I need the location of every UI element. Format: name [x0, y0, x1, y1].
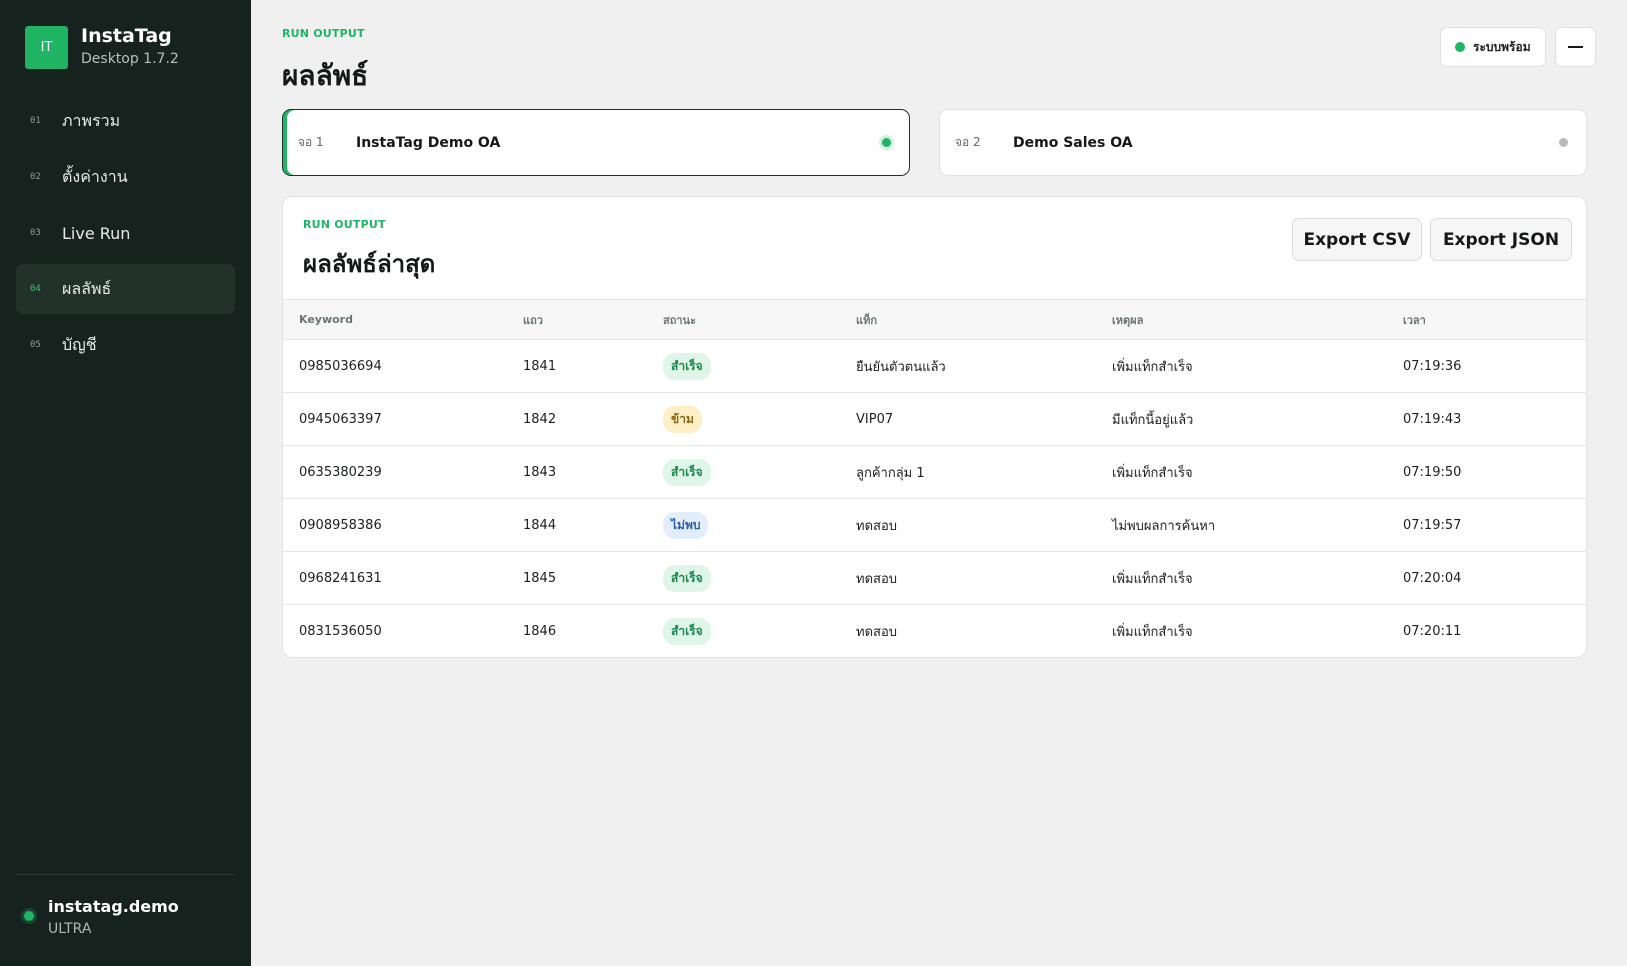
minimize-icon	[1568, 46, 1583, 48]
column-header-tag[interactable]: แท็ก	[856, 311, 1112, 329]
nav-label: ตั้งค่างาน	[62, 166, 128, 186]
user-name: instatag.demo	[48, 897, 179, 916]
sidebar-item-account[interactable]: 05 บัญชี	[16, 320, 235, 370]
screen-name: Demo Sales OA	[1013, 134, 1133, 151]
nav-number: 05	[30, 340, 41, 350]
status-badge: ข้าม	[663, 405, 702, 433]
nav-number: 01	[30, 116, 41, 126]
table-header: Keyword แถว สถานะ แท็ก เหตุผล เวลา	[283, 299, 1586, 340]
cell-reason: ไม่พบผลการค้นหา	[1112, 518, 1216, 534]
cell-time: 07:19:50	[1403, 464, 1462, 480]
nav-label: ภาพรวม	[62, 110, 121, 130]
screen-name: InstaTag Demo OA	[356, 134, 501, 151]
table-row[interactable]: 0908958386 1844 ไม่พบ ทดสอบ ไม่พบผลการค้…	[283, 499, 1586, 552]
cell-row: 1845	[523, 570, 557, 586]
user-footer: instatag.demo ULTRA	[16, 874, 235, 939]
cell-row: 1841	[523, 358, 557, 374]
cell-reason: เพิ่มแท็กสำเร็จ	[1112, 465, 1193, 481]
column-header-keyword[interactable]: Keyword	[283, 313, 523, 326]
cell-tag: ทดสอบ	[856, 625, 898, 640]
screen-tab-1[interactable]: จอ 1 InstaTag Demo OA	[282, 109, 910, 176]
nav-number: 04	[30, 284, 41, 294]
sidebar: IT InstaTag Desktop 1.7.2 01 ภาพรวม 02 ต…	[0, 0, 251, 966]
cell-keyword: 0831536050	[299, 624, 382, 639]
sidebar-item-overview[interactable]: 01 ภาพรวม	[16, 96, 235, 146]
status-badge: สำเร็จ	[663, 564, 711, 592]
table-row[interactable]: 0985036694 1841 สำเร็จ ยืนยันตัวตนแล้ว เ…	[283, 340, 1586, 393]
cell-row: 1844	[523, 517, 557, 533]
column-header-status[interactable]: สถานะ	[663, 311, 856, 329]
cell-row: 1846	[523, 624, 557, 639]
cell-tag: ลูกค้ากลุ่ม 1	[856, 465, 925, 481]
sidebar-item-results[interactable]: 04 ผลลัพธ์	[16, 264, 235, 314]
screen-tab-2[interactable]: จอ 2 Demo Sales OA	[939, 109, 1587, 176]
screen-number: จอ 2	[955, 135, 981, 149]
sidebar-item-live-run[interactable]: 03 Live Run	[16, 208, 235, 258]
status-badge: สำเร็จ	[663, 618, 711, 645]
table-row[interactable]: 0968241631 1845 สำเร็จ ทดสอบ เพิ่มแท็กสำ…	[283, 552, 1586, 605]
table-row[interactable]: 0945063397 1842 ข้าม VIP07 มีแท็กนี้อยู่…	[283, 393, 1586, 446]
cell-reason: เพิ่มแท็กสำเร็จ	[1112, 359, 1193, 375]
export-csv-button[interactable]: Export CSV	[1292, 218, 1422, 261]
table-row[interactable]: 0831536050 1846 สำเร็จ ทดสอบ เพิ่มแท็กสำ…	[283, 605, 1586, 657]
cell-keyword: 0968241631	[299, 570, 382, 586]
main-content: RUN OUTPUT ผลลัพธ์ ระบบพร้อม จอ 1 InstaT…	[251, 0, 1627, 966]
column-header-row[interactable]: แถว	[523, 311, 663, 329]
panel-kicker: RUN OUTPUT	[303, 218, 386, 231]
app-logo: IT	[25, 25, 68, 69]
screen-online-icon	[882, 138, 891, 147]
cell-tag: ทดสอบ	[856, 571, 898, 587]
cell-row: 1843	[523, 464, 557, 480]
screen-number: จอ 1	[298, 135, 324, 149]
column-header-time[interactable]: เวลา	[1403, 311, 1553, 329]
system-status-badge: ระบบพร้อม	[1440, 27, 1546, 67]
nav-label: ผลลัพธ์	[62, 278, 112, 298]
brand: IT InstaTag Desktop 1.7.2	[25, 25, 179, 69]
cell-time: 07:20:11	[1403, 624, 1462, 639]
cell-keyword: 0908958386	[299, 517, 382, 533]
status-badge: ไม่พบ	[663, 511, 709, 539]
cell-reason: เพิ่มแท็กสำเร็จ	[1112, 571, 1193, 587]
cell-time: 07:20:04	[1403, 570, 1462, 586]
sidebar-item-settings[interactable]: 02 ตั้งค่างาน	[16, 152, 235, 202]
panel-title: ผลลัพธ์ล่าสุด	[303, 250, 436, 278]
online-status-icon	[24, 911, 34, 921]
cell-row: 1842	[523, 411, 557, 427]
cell-time: 07:19:57	[1403, 517, 1462, 533]
page-kicker: RUN OUTPUT	[282, 27, 365, 40]
cell-keyword: 0945063397	[299, 411, 382, 427]
status-badge: สำเร็จ	[663, 352, 711, 380]
cell-time: 07:19:43	[1403, 411, 1462, 427]
results-table: Keyword แถว สถานะ แท็ก เหตุผล เวลา 09850…	[283, 299, 1586, 657]
minimize-button[interactable]	[1555, 27, 1596, 67]
cell-keyword: 0635380239	[299, 464, 382, 480]
screen-offline-icon	[1559, 138, 1568, 147]
column-header-reason[interactable]: เหตุผล	[1112, 311, 1403, 329]
nav-number: 03	[30, 228, 41, 238]
table-row[interactable]: 0635380239 1843 สำเร็จ ลูกค้ากลุ่ม 1 เพิ…	[283, 446, 1586, 499]
user-plan: ULTRA	[48, 921, 92, 937]
status-text: ระบบพร้อม	[1473, 39, 1531, 54]
sidebar-nav: 01 ภาพรวม 02 ตั้งค่างาน 03 Live Run 04 ผ…	[16, 96, 235, 376]
cell-tag: ยืนยันตัวตนแล้ว	[856, 359, 946, 375]
app-version: Desktop 1.7.2	[81, 51, 179, 67]
nav-label: บัญชี	[62, 334, 97, 354]
page-title: ผลลัพธ์	[282, 59, 369, 92]
cell-reason: เพิ่มแท็กสำเร็จ	[1112, 625, 1193, 640]
cell-tag: ทดสอบ	[856, 518, 898, 534]
cell-reason: มีแท็กนี้อยู่แล้ว	[1112, 412, 1194, 428]
cell-time: 07:19:36	[1403, 358, 1462, 374]
cell-keyword: 0985036694	[299, 358, 382, 374]
nav-number: 02	[30, 172, 41, 182]
results-panel: RUN OUTPUT ผลลัพธ์ล่าสุด Export CSV Expo…	[282, 196, 1587, 658]
cell-tag: VIP07	[856, 411, 894, 427]
status-badge: สำเร็จ	[663, 458, 711, 486]
app-name: InstaTag	[81, 25, 172, 47]
status-dot-icon	[1455, 42, 1465, 52]
export-json-button[interactable]: Export JSON	[1430, 218, 1572, 261]
nav-label: Live Run	[62, 223, 131, 243]
